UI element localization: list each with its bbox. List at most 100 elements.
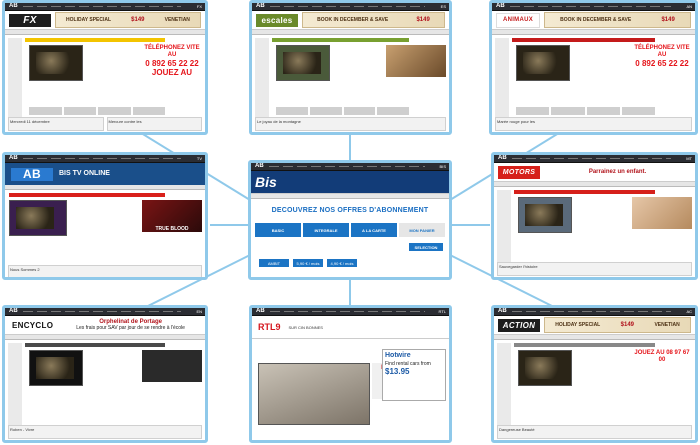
promo-block[interactable]: JOUEZ AU 08 97 67 00 [632, 350, 692, 382]
ad-headline: Parrainez un enfant. [588, 169, 647, 175]
price-button[interactable]: AMBIT [259, 259, 289, 267]
section-bar [25, 38, 165, 42]
ad-price: $149 [131, 17, 145, 23]
channel-logo[interactable]: FX [9, 13, 51, 27]
channel-logo[interactable]: ENCYCLO [9, 318, 57, 332]
promo-top: TÉLÉPHONEZ VITE AU [144, 45, 200, 58]
top-nav: AB ES [252, 3, 449, 11]
page-body: TÉLÉPHONEZ VITE AU 0 892 65 22 22 JOUEZ … [5, 35, 205, 132]
left-column [497, 190, 511, 262]
channel-logo[interactable]: escales [256, 13, 298, 27]
video-player[interactable] [9, 200, 67, 236]
tile-fx[interactable]: AB FX FX HOLIDAY SPECIAL $149 VENETIAN TÉ… [2, 0, 208, 135]
selection-button[interactable]: SELECTION [409, 243, 443, 251]
promo-top: TÉLÉPHONEZ VITE AU [634, 45, 690, 58]
top-nav: AB RTL [252, 308, 449, 316]
offer-mon-panier[interactable]: MON PANIER [399, 223, 445, 237]
hotwire-price: $13.95 [385, 367, 410, 376]
bis-logo[interactable]: Bis [255, 174, 277, 190]
offer-row: BASIC INTEGRALE A LA CARTE MON PANIER [255, 223, 445, 237]
ad-banner[interactable]: HOLIDAY SPECIAL $149 VENETIAN [544, 317, 691, 333]
offers-headline: DECOUVREZ NOS OFFRES D'ABONNEMENT [271, 207, 429, 214]
price-button[interactable]: 4,90 € / mois [327, 259, 357, 267]
page-body: Sauvegarder l'histoire [494, 187, 695, 277]
footer-headline[interactable]: Dangereuse Beauté [497, 425, 692, 439]
page-body: Le joyau de la montagne [252, 35, 449, 132]
top-nav: AB AN [492, 3, 695, 11]
banner: MOTORS Parrainez un enfant. [494, 163, 695, 182]
ad-headline: HOLIDAY SPECIAL [66, 17, 112, 23]
channel-logo[interactable]: ANIMAUX [496, 12, 540, 28]
footer: Marée rouge pour les [495, 117, 692, 131]
channel-title: BIS TV ONLINE [59, 170, 110, 177]
ad-brand: VENETIAN [164, 17, 190, 23]
footer-headline[interactable]: Le joyau de la montagne [255, 117, 446, 131]
footer: Le joyau de la montagne [255, 117, 446, 131]
page-body: BONNES FÊTES Hotwire Find rental cars fr… [252, 339, 449, 440]
footer: Dangereuse Beauté [497, 425, 692, 439]
section-bar [512, 38, 655, 42]
ad-banner[interactable]: BOOK IN DECEMBER & SAVE $149 [544, 12, 691, 28]
footer-headline[interactable]: Sauvegarder l'histoire [497, 262, 692, 276]
top-nav: AB MT [494, 155, 695, 163]
video-player[interactable] [29, 45, 83, 81]
ad-headline: BOOK IN DECEMBER & SAVE [560, 17, 632, 23]
video-player[interactable] [258, 363, 370, 425]
ad-banner[interactable]: Orphelinat de Portage Les frais pour SAV… [60, 319, 201, 331]
video-player[interactable] [276, 45, 330, 81]
tile-rtl[interactable]: ABRTL RTL9 SUR CIN BONNES BONNES FÊTES H… [249, 305, 452, 443]
ad-banner[interactable]: Parrainez un enfant. [544, 169, 691, 175]
price-buttons: AMBIT 5,90 € / mois 4,90 € / mois [259, 259, 357, 267]
channel-logo[interactable]: ACTION [498, 318, 540, 332]
tile-abtv[interactable]: AB TV AB BIS TV ONLINE TRUE BLOOD Nous So… [2, 152, 208, 280]
promo-block[interactable] [142, 350, 202, 382]
footer-headline[interactable]: Roben - Vivre [8, 425, 202, 439]
tile-escales[interactable]: AB ES escales BOOK IN DECEMBER & SAVE $14… [249, 0, 452, 135]
page-body: TÉLÉPHONEZ VITE AU 0 892 65 22 22 Marée … [492, 35, 695, 132]
banner: FX HOLIDAY SPECIAL $149 VENETIAN [5, 11, 205, 30]
promo-block[interactable]: TÉLÉPHONEZ VITE AU 0 892 65 22 22 [632, 45, 692, 77]
promo-number: 0 892 65 22 22 [635, 59, 689, 68]
footer: Sauvegarder l'histoire [497, 262, 692, 276]
top-nav: AB BIS [251, 163, 449, 171]
tile-action[interactable]: AB AC ACTION HOLIDAY SPECIAL $149 VENETIA… [491, 305, 698, 443]
tile-animaux[interactable]: AB AN ANIMAUX BOOK IN DECEMBER & SAVE $14… [489, 0, 698, 135]
footer-headline[interactable]: Mercure contre les [106, 117, 202, 131]
channel-logo[interactable]: MOTORS [498, 165, 540, 179]
promo-block[interactable] [386, 45, 446, 77]
offer-integrale[interactable]: INTEGRALE [303, 223, 349, 237]
top-nav: AB EN [5, 308, 205, 316]
thumbnail-strip [276, 107, 409, 115]
left-column [8, 343, 22, 425]
section-bar [9, 193, 165, 197]
top-nav: AB FX [5, 3, 205, 11]
promo-block[interactable]: TÉLÉPHONEZ VITE AU 0 892 65 22 22 JOUEZ … [142, 45, 202, 77]
promo-block[interactable] [632, 197, 692, 229]
ad-banner[interactable]: HOLIDAY SPECIAL $149 VENETIAN [55, 12, 201, 28]
footer-headline[interactable]: Marée rouge pour les [495, 117, 692, 131]
offer-a-la-carte[interactable]: A LA CARTE [351, 223, 397, 237]
hotwire-ad[interactable]: Hotwire Find rental cars from $13.95 [382, 349, 446, 401]
offer-basic[interactable]: BASIC [255, 223, 301, 237]
ad-price: $149 [620, 322, 635, 328]
banner: ANIMAUX BOOK IN DECEMBER & SAVE $149 [492, 11, 695, 30]
video-player[interactable] [518, 350, 572, 386]
promo-block[interactable]: TRUE BLOOD [142, 200, 202, 232]
channel-logo[interactable]: RTL9 [258, 322, 281, 332]
channel-logo[interactable]: AB [11, 167, 53, 181]
tile-bis-center[interactable]: AB BIS Bis DECOUVREZ NOS OFFRES D'ABONNEM… [248, 160, 452, 280]
video-player[interactable] [516, 45, 570, 81]
tile-motors[interactable]: AB MT MOTORS Parrainez un enfant. Sauvega… [491, 152, 698, 280]
promo-bottom: JOUEZ AU [151, 68, 193, 77]
tile-encyclo[interactable]: AB EN ENCYCLO Orphelinat de Portage Les f… [2, 305, 208, 443]
section-bar [272, 38, 409, 42]
footer-date: Mercredi 11 décembre [8, 117, 104, 131]
price-button[interactable]: 5,90 € / mois [293, 259, 323, 267]
ad-banner[interactable]: BOOK IN DECEMBER & SAVE $149 [302, 12, 445, 28]
video-player[interactable] [29, 350, 83, 386]
page-body: JOUEZ AU 08 97 67 00 Dangereuse Beauté [494, 340, 695, 440]
video-player[interactable] [518, 197, 572, 233]
footer: Nous Sommes 2 [8, 265, 202, 277]
section-title: SUR CIN BONNES [288, 324, 323, 330]
footer-headline[interactable]: Nous Sommes 2 [8, 265, 202, 277]
